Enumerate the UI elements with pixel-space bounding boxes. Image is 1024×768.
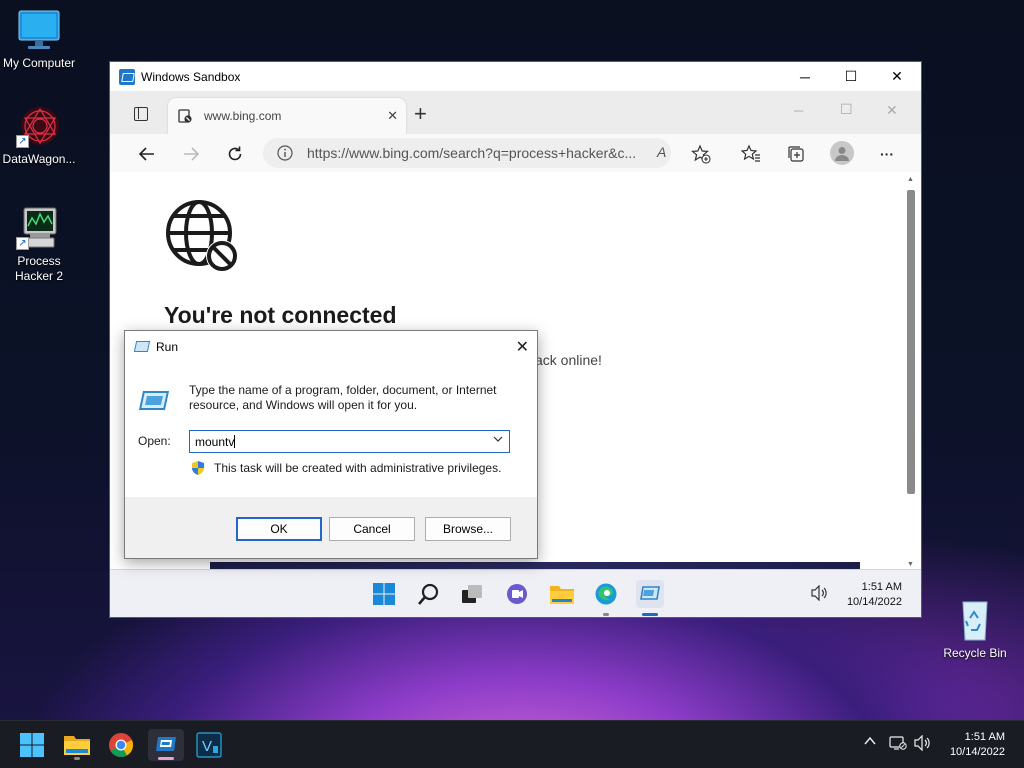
page-scrollbar[interactable]: ▲ ▼ — [905, 176, 917, 568]
tab-actions-icon[interactable] — [134, 107, 148, 121]
desktop-icon-recycle-bin[interactable]: Recycle Bin — [936, 598, 1014, 661]
back-arrow-icon[interactable] — [136, 143, 158, 165]
desktop-icon-process-hacker[interactable]: ↗ Process Hacker 2 — [0, 206, 78, 284]
globe-no-connection-icon — [166, 200, 238, 272]
edge-tab[interactable]: www.bing.com ✕ — [168, 98, 406, 134]
guest-time: 1:51 AM — [861, 581, 902, 593]
run-input-text[interactable]: mountv — [195, 435, 234, 449]
monitor-icon — [16, 8, 62, 52]
run-title-icon — [133, 341, 151, 352]
edge-minimize-button[interactable]: ─ — [794, 103, 803, 118]
run-open-label: Open: — [138, 434, 171, 448]
run-titlebar[interactable]: Run ✕ — [125, 331, 537, 362]
sandbox-taskbar-icon[interactable] — [148, 729, 184, 761]
refresh-icon[interactable] — [224, 143, 246, 165]
run-close-button[interactable]: ✕ — [516, 337, 529, 357]
address-bar[interactable]: https://www.bing.com/search?q=process+ha… — [263, 138, 671, 168]
process-hacker-icon: ↗ — [16, 206, 62, 250]
shortcut-arrow-icon: ↗ — [16, 135, 29, 148]
cancel-button[interactable]: Cancel — [329, 517, 415, 541]
browse-button[interactable]: Browse... — [425, 517, 511, 541]
ok-button[interactable]: OK — [236, 517, 322, 541]
host-clock[interactable]: 1:51 AM 10/14/2022 — [950, 730, 1005, 760]
edge-maximize-button[interactable]: ☐ — [840, 101, 853, 118]
recycle-bin-icon — [952, 598, 998, 642]
guest-date: 10/14/2022 — [846, 596, 902, 608]
scroll-thumb[interactable] — [907, 190, 915, 494]
run-footer: OK Cancel Browse... — [125, 497, 537, 558]
datawagon-logo-icon: ↗ — [16, 104, 62, 148]
running-indicator-active — [158, 757, 174, 760]
uac-shield-icon — [192, 461, 204, 475]
page-body-text: ack online! — [535, 352, 602, 368]
sandbox-icon — [119, 68, 135, 85]
run-open-combobox[interactable]: mountv — [189, 430, 510, 453]
desktop-icon-label: Process Hacker 2 — [14, 254, 64, 283]
sandbox-titlebar[interactable]: Windows Sandbox ─ ☐ ✕ — [110, 62, 921, 91]
vmware-icon[interactable]: V — [193, 729, 225, 761]
guest-sandbox-icon[interactable] — [636, 580, 664, 616]
run-program-icon — [138, 391, 170, 410]
scroll-down-icon[interactable]: ▼ — [907, 561, 914, 568]
run-admin-note: This task will be created with administr… — [214, 461, 502, 475]
sandbox-minimize-button[interactable]: ─ — [782, 62, 828, 91]
guest-file-explorer-icon[interactable] — [548, 580, 576, 608]
page-error-icon — [178, 109, 192, 123]
scroll-up-icon[interactable]: ▲ — [907, 176, 914, 183]
start-icon[interactable] — [16, 729, 48, 761]
network-icon[interactable] — [889, 735, 907, 754]
desktop-icon-datawagon[interactable]: ↗ DataWagon... — [0, 104, 78, 167]
guest-search-icon[interactable] — [415, 580, 443, 608]
desktop-icon-my-computer[interactable]: My Computer — [0, 8, 78, 71]
run-dialog[interactable]: Run ✕ Type the name of a program, folder… — [124, 330, 538, 559]
collections-icon[interactable] — [785, 143, 807, 165]
host-date: 10/14/2022 — [949, 746, 1005, 758]
run-description: Type the name of a program, folder, docu… — [189, 383, 497, 412]
desktop-icon-label: DataWagon... — [2, 152, 76, 166]
file-explorer-icon[interactable] — [61, 729, 93, 761]
guest-edge-icon[interactable] — [592, 580, 620, 616]
volume-icon[interactable] — [913, 734, 931, 754]
host-taskbar: V 1:51 AM 10/14/2022 — [0, 720, 1024, 768]
text-caret — [234, 435, 236, 448]
more-options-icon[interactable]: ··· — [876, 143, 898, 165]
shortcut-arrow-icon: ↗ — [16, 237, 29, 250]
desktop-icon-label: My Computer — [2, 56, 76, 70]
run-body: Type the name of a program, folder, docu… — [125, 362, 537, 497]
edge-tabbar: www.bing.com ✕ + ─ ☐ ✕ — [110, 91, 921, 134]
guest-taskbar: 1:51 AM 10/14/2022 — [110, 569, 921, 617]
guest-volume-icon[interactable] — [810, 584, 828, 604]
sandbox-maximize-button[interactable]: ☐ — [828, 62, 874, 91]
page-title: You're not connected — [164, 302, 397, 328]
guest-task-view-icon[interactable] — [458, 580, 486, 608]
favorites-icon[interactable] — [740, 143, 762, 165]
sandbox-title: Windows Sandbox — [141, 69, 241, 84]
guest-wallpaper-strip — [210, 562, 860, 569]
tab-close-icon[interactable]: ✕ — [387, 108, 398, 124]
new-tab-button[interactable]: + — [414, 101, 427, 127]
forward-arrow-icon[interactable] — [180, 143, 202, 165]
sandbox-close-button[interactable]: ✕ — [874, 62, 920, 91]
edge-toolbar: https://www.bing.com/search?q=process+ha… — [110, 134, 921, 172]
chevron-down-icon[interactable] — [493, 434, 503, 447]
svg-text:V: V — [202, 738, 212, 755]
edge-close-button[interactable]: ✕ — [886, 102, 898, 119]
profile-avatar[interactable] — [830, 141, 854, 165]
tab-title: www.bing.com — [204, 109, 282, 123]
running-indicator — [74, 757, 80, 760]
guest-clock[interactable]: 1:51 AM 10/14/2022 — [847, 580, 902, 610]
show-hidden-icons-chevron[interactable] — [863, 734, 877, 751]
chrome-icon[interactable] — [105, 729, 137, 761]
host-time: 1:51 AM — [964, 731, 1005, 743]
guest-start-icon[interactable] — [370, 580, 398, 608]
guest-chat-icon[interactable] — [503, 580, 531, 608]
run-title: Run — [156, 339, 179, 354]
desktop-icon-label: Recycle Bin — [943, 646, 1007, 660]
add-favorite-icon[interactable] — [690, 143, 712, 165]
read-aloud-icon[interactable]: A — [657, 144, 666, 160]
url-text[interactable]: https://www.bing.com/search?q=process+ha… — [307, 145, 637, 161]
info-icon[interactable] — [277, 145, 293, 161]
